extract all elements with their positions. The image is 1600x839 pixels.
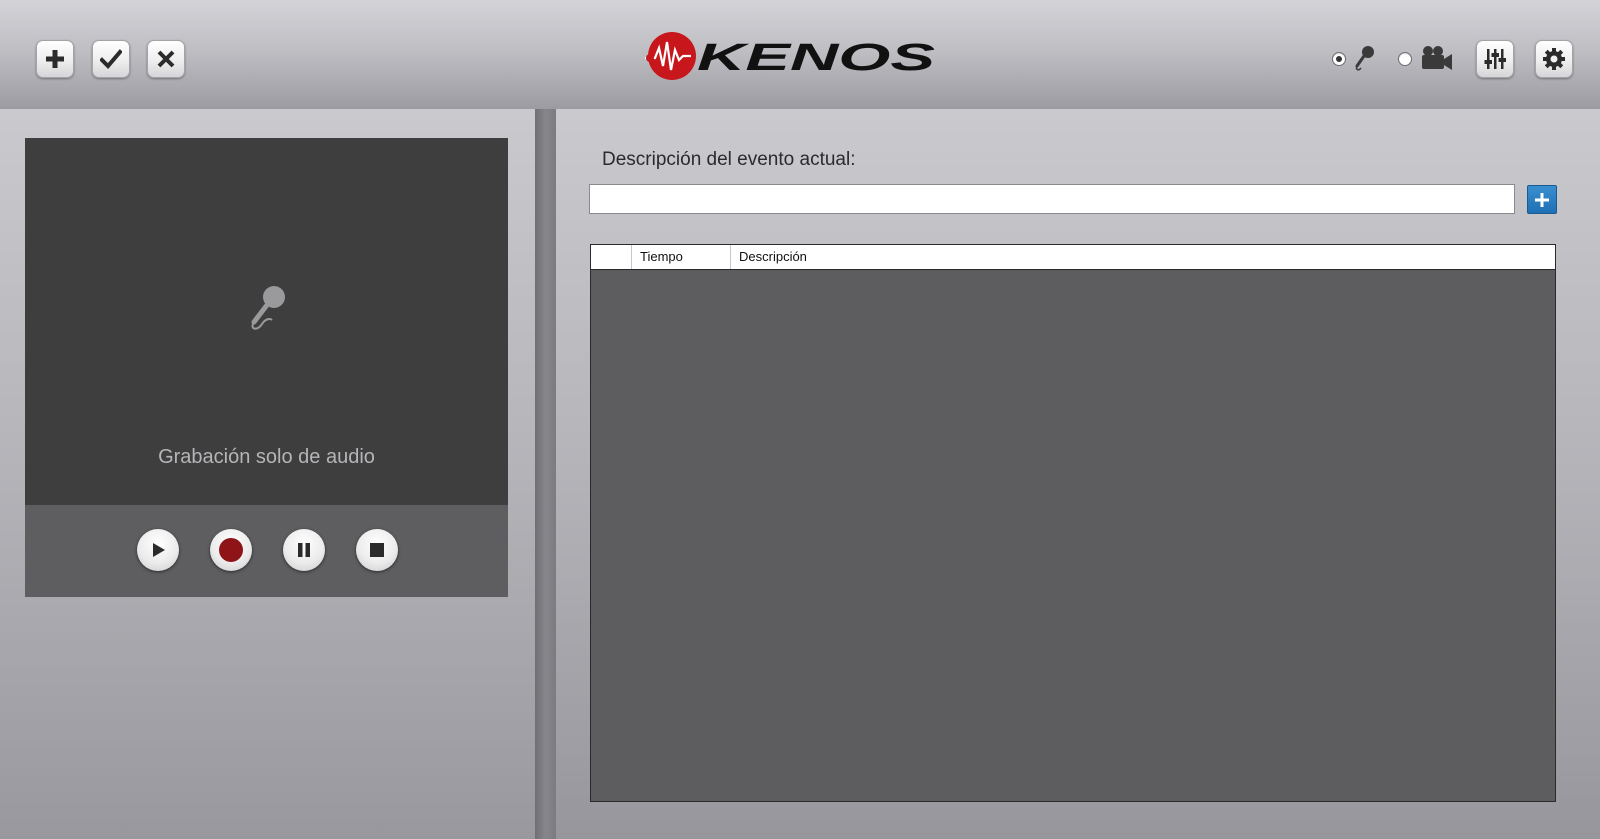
play-button[interactable] [137,529,179,571]
play-icon [153,543,165,557]
pause-button[interactable] [283,529,325,571]
confirm-button[interactable] [92,40,130,78]
column-header-time[interactable]: Tiempo [632,245,731,269]
app-header: KENOS [0,0,1600,109]
column-header-select[interactable] [591,245,632,269]
events-table: Tiempo Descripción [590,244,1556,802]
kenos-logo: KENOS [645,32,935,80]
record-button[interactable] [210,529,252,571]
audio-settings-button[interactable] [1476,40,1514,78]
event-description-input[interactable] [589,184,1515,214]
player-caption: Grabación solo de audio [158,446,375,468]
stop-icon [370,543,384,557]
audio-mode-radio[interactable] [1332,52,1346,66]
media-player: Grabación solo de audio [25,138,508,597]
gear-icon [1543,48,1565,70]
plus-icon [1535,192,1549,207]
panel-divider[interactable] [535,109,556,839]
player-controls [25,505,508,597]
table-header: Tiempo Descripción [591,245,1555,270]
logo-text: KENOS [697,37,935,79]
close-icon [157,50,175,68]
record-icon [219,538,243,562]
pause-icon [298,543,310,557]
column-header-description[interactable]: Descripción [731,245,1555,269]
settings-button[interactable] [1535,40,1573,78]
sliders-icon [1484,49,1506,69]
player-screen: Grabación solo de audio [25,138,508,505]
check-icon [100,49,122,69]
video-mode-radio[interactable] [1398,52,1412,66]
cancel-button[interactable] [147,40,185,78]
add-button[interactable] [36,40,74,78]
microphone-icon [1355,46,1374,71]
add-event-button[interactable] [1527,185,1557,214]
plus-icon [46,50,64,68]
event-description-label: Descripción del evento actual: [602,149,856,170]
video-camera-icon [1422,46,1452,70]
microphone-icon [251,286,285,330]
stop-button[interactable] [356,529,398,571]
